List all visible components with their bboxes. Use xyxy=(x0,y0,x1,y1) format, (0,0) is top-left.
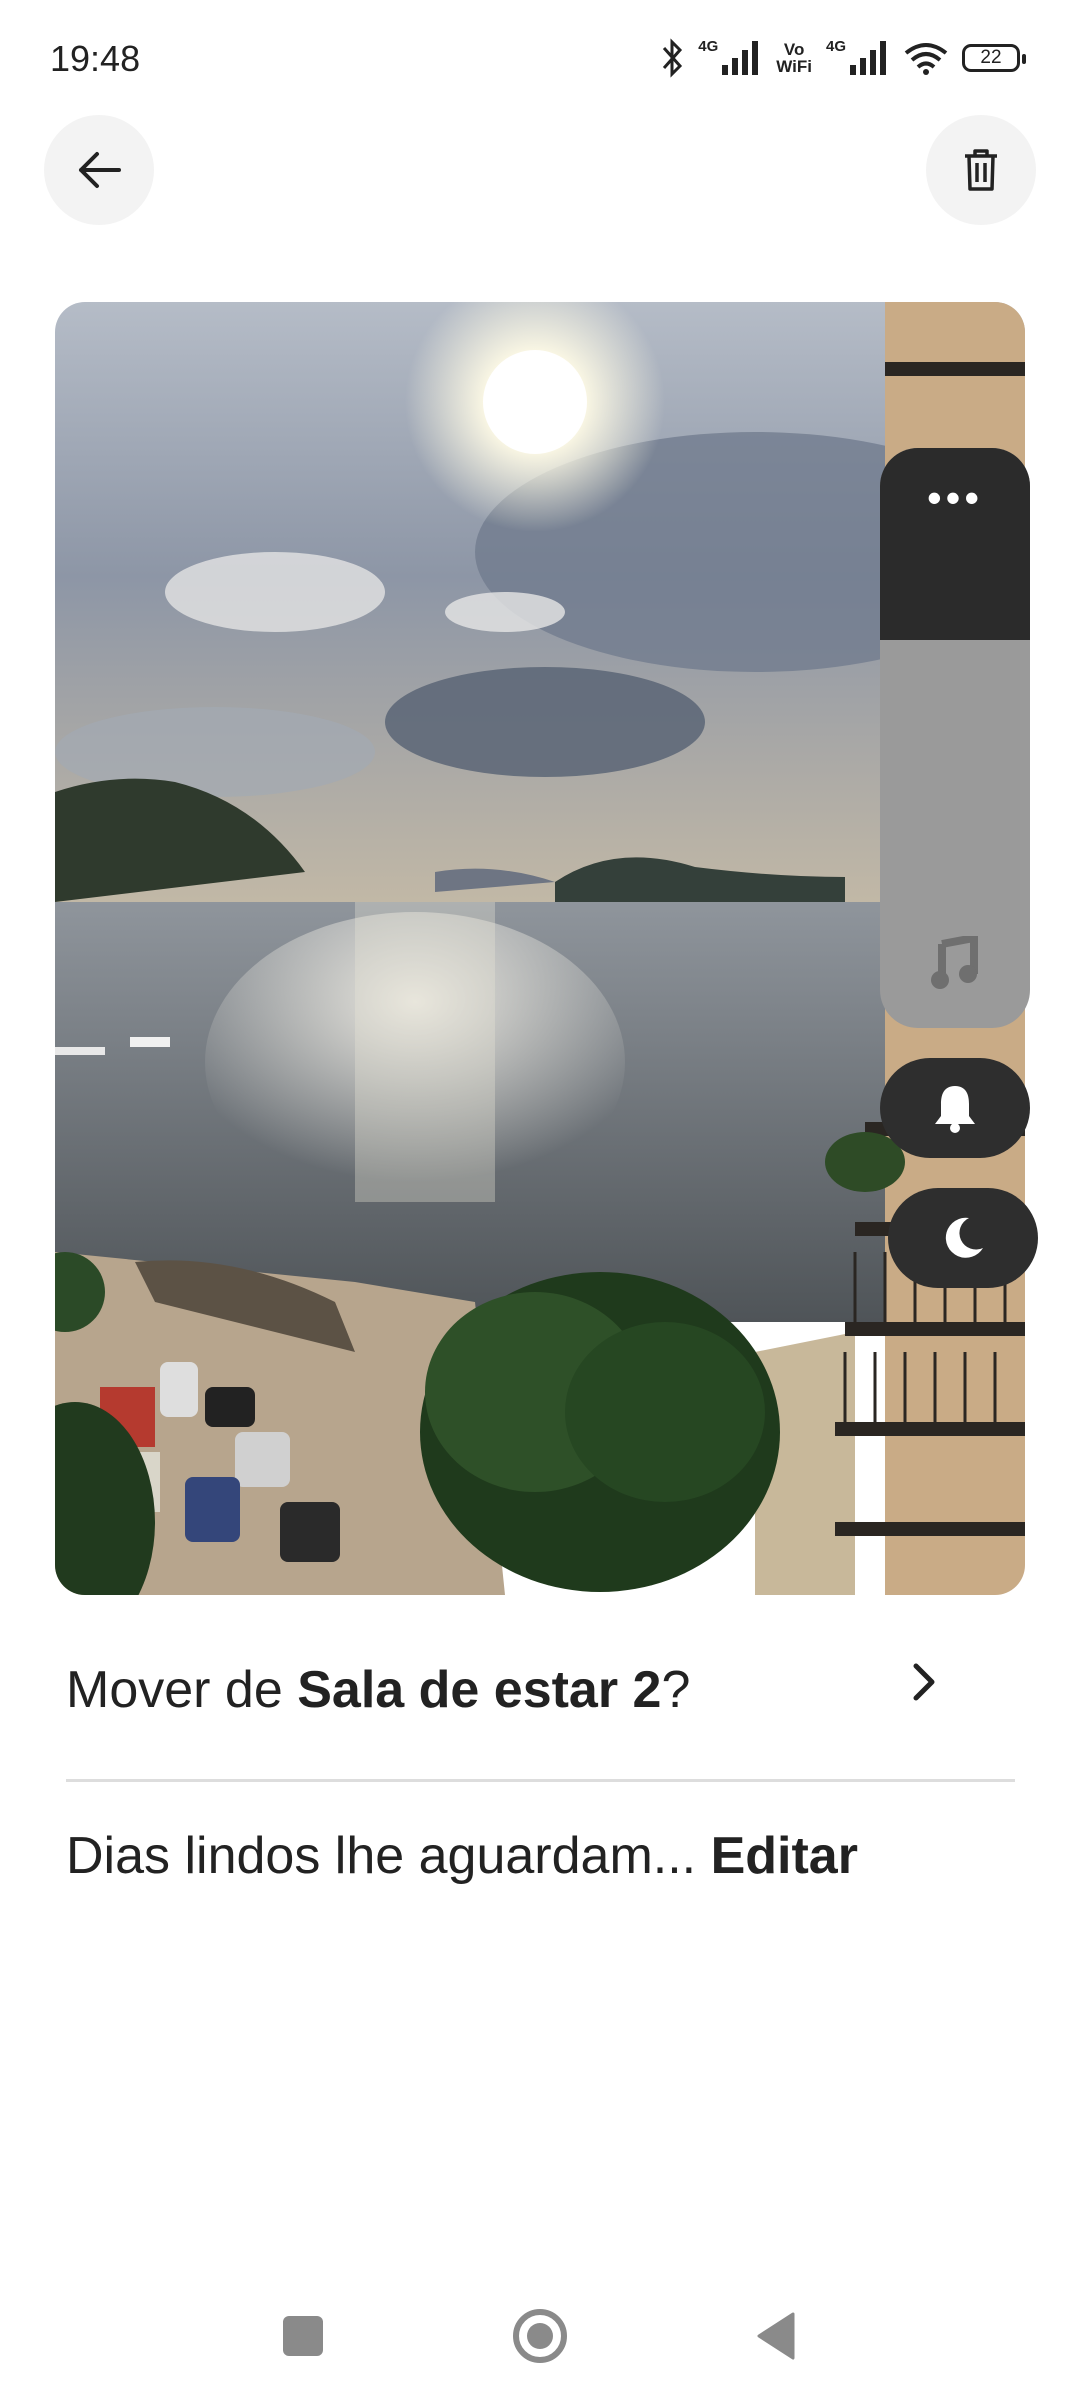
bluetooth-icon xyxy=(663,38,683,78)
chevron-right-icon[interactable] xyxy=(910,1660,940,1704)
volume-level-dark: ••• xyxy=(880,448,1030,640)
signal-bars-icon xyxy=(722,41,759,75)
sim2-network-label: 4G xyxy=(825,37,846,55)
bell-icon xyxy=(935,1086,975,1133)
ringer-toggle-button[interactable] xyxy=(880,1058,1030,1158)
caption-text: Dias lindos lhe aguardam... xyxy=(66,1827,711,1885)
room-name: Sala de estar 2 xyxy=(297,1661,662,1719)
signal-bars-icon xyxy=(850,41,886,75)
vowifi-label: Vo WiFi xyxy=(776,40,812,76)
recent-apps-button[interactable] xyxy=(283,2316,323,2356)
move-room-row[interactable]: Mover de Sala de estar 2? xyxy=(66,1660,1016,1740)
status-time: 19:48 xyxy=(50,38,141,79)
more-options-button[interactable]: ••• xyxy=(880,477,1030,519)
edit-caption-button[interactable]: Editar xyxy=(711,1827,858,1885)
trash-icon xyxy=(965,149,997,191)
divider xyxy=(66,1779,1015,1782)
volume-panel[interactable]: ••• xyxy=(880,448,1030,1028)
music-note-icon xyxy=(931,936,978,989)
status-icons: 4G Vo WiFi 4G 22 xyxy=(660,32,1026,84)
photo-caption: Dias lindos lhe aguardam... Editar xyxy=(66,1826,858,1886)
status-bar: 19:48 4G Vo WiFi 4G 22 xyxy=(0,0,1080,120)
back-button[interactable] xyxy=(44,115,154,225)
move-room-text: Mover de Sala de estar 2? xyxy=(66,1661,691,1719)
wifi-icon xyxy=(904,43,948,75)
sim1-network-label: 4G xyxy=(698,37,719,55)
arrow-left-icon xyxy=(79,152,121,188)
moon-icon xyxy=(945,1217,983,1258)
home-button[interactable] xyxy=(512,2308,568,2364)
battery-indicator: 22 xyxy=(962,44,1026,72)
do-not-disturb-button[interactable] xyxy=(888,1188,1038,1288)
delete-button[interactable] xyxy=(926,115,1036,225)
nav-back-button[interactable] xyxy=(755,2312,795,2360)
